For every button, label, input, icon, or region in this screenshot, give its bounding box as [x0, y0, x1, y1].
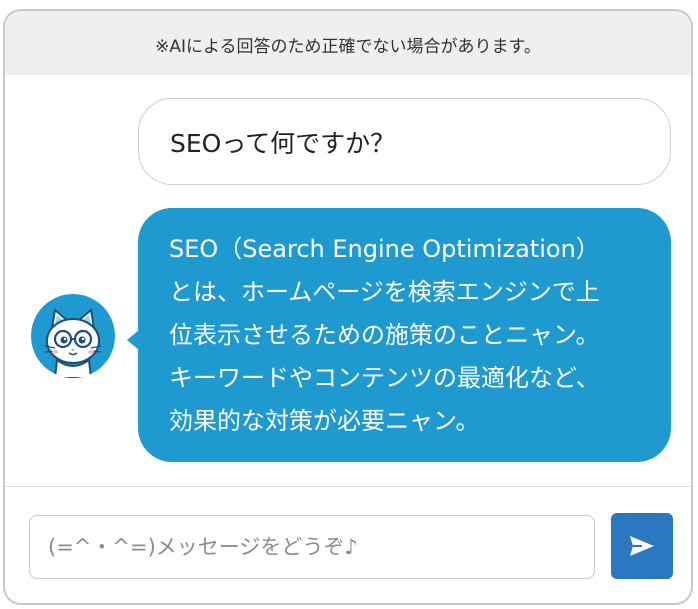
- ai-disclaimer-banner: ※AIによる回答のため正確でない場合があります。: [5, 11, 691, 75]
- bot-message-line: 位表示させるための施策のことニャン。: [169, 321, 600, 349]
- bot-message-line: キーワードやコンテンツの最適化など、: [169, 364, 600, 392]
- ai-disclaimer-text: ※AIによる回答のため正確でない場合があります。: [155, 36, 541, 57]
- bot-message-line: とは、ホームページを検索エンジンで上: [169, 278, 600, 306]
- send-button[interactable]: [611, 513, 673, 579]
- cat-face-icon: [44, 308, 102, 378]
- user-message-text: SEOって何ですか？: [170, 128, 396, 158]
- bot-message-bubble: SEO（Search Engine Optimization） とは、ホームペー…: [127, 208, 671, 462]
- user-message-bubble: SEOって何ですか？: [138, 98, 671, 185]
- send-arrow-icon: [630, 536, 654, 556]
- composer-divider: [5, 486, 691, 487]
- message-input[interactable]: [29, 515, 595, 579]
- bot-message-line: 効果的な対策が必要ニャン。: [169, 407, 480, 435]
- chat-widget: ※AIによる回答のため正確でない場合があります。 SEOって何ですか？ SEO（…: [3, 9, 693, 605]
- bot-message-line: SEO（Search Engine Optimization）: [169, 235, 600, 263]
- bot-bubble-tail: [127, 330, 139, 350]
- cat-mascot-avatar: [31, 294, 115, 378]
